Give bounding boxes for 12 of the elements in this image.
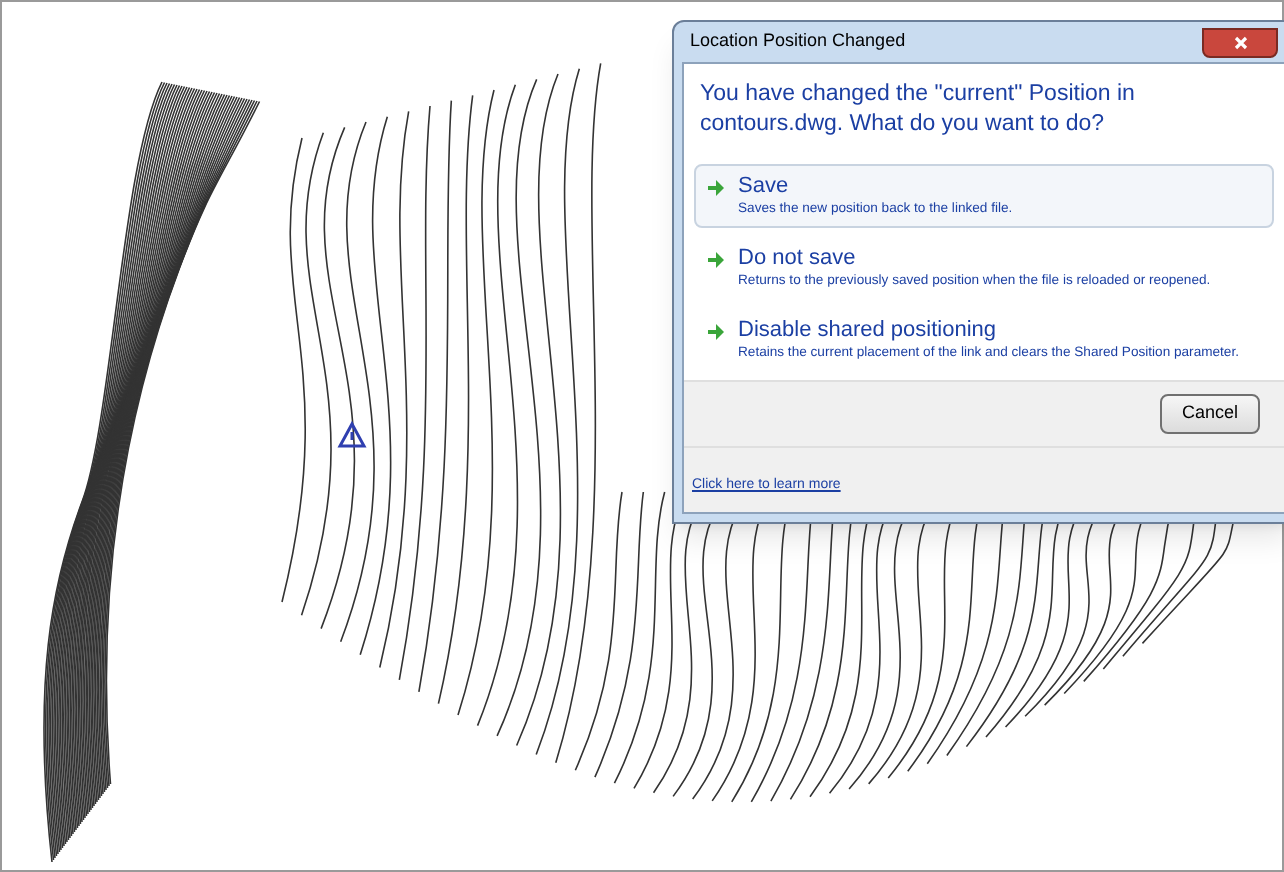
- dialog-question: You have changed the "current" Position in contours.dwg. What do you want to do?: [700, 80, 1137, 140]
- window-title: Location Position Changed: [688, 28, 906, 55]
- close-button[interactable]: [1202, 27, 1278, 57]
- arrow-icon: [706, 322, 726, 342]
- arrow-icon: [706, 250, 726, 270]
- option-title: Do not save: [738, 244, 858, 272]
- cancel-button[interactable]: Cancel: [1159, 394, 1260, 433]
- option-title: Disable shared positioning: [738, 316, 999, 344]
- option-title: Save: [738, 172, 791, 200]
- arrow-icon: [706, 178, 726, 198]
- triangle-marker-icon: [337, 420, 367, 448]
- close-icon: [1233, 35, 1247, 49]
